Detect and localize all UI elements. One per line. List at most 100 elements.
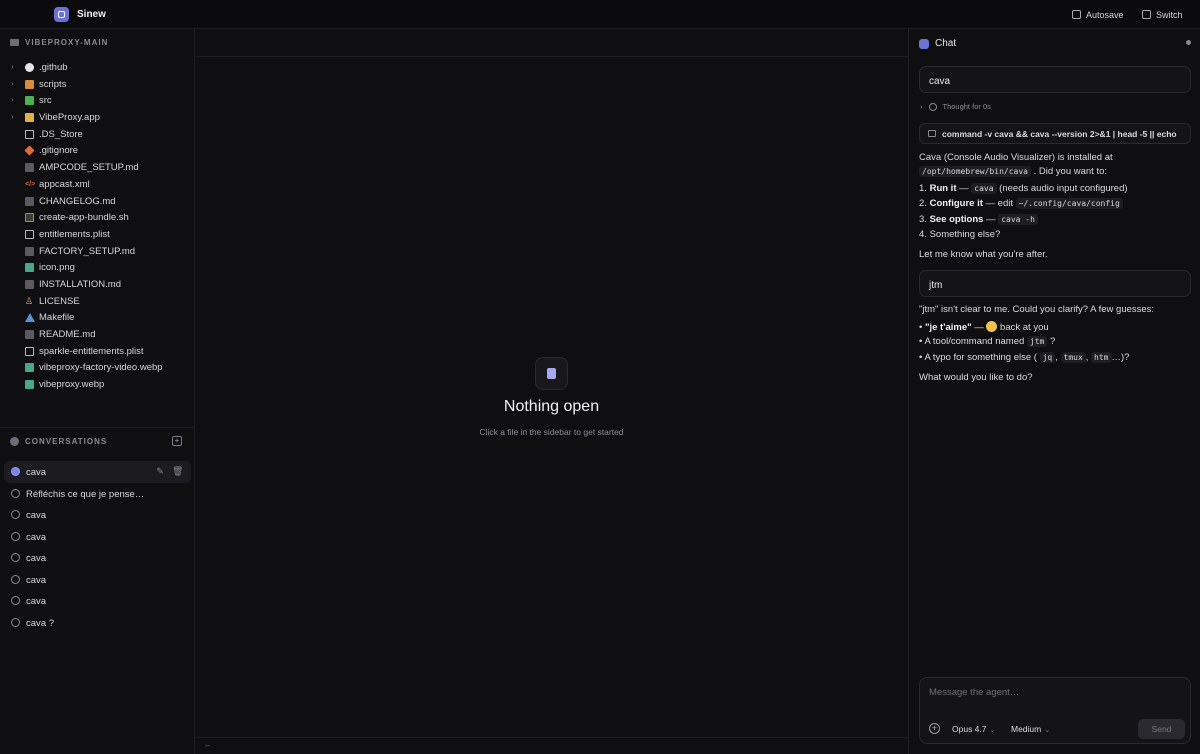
thought-label: Thought for 0s bbox=[942, 102, 991, 111]
message-input[interactable]: Message the agent… bbox=[929, 687, 1019, 698]
file-name: LICENSE bbox=[39, 295, 80, 307]
reply-text: Cava (Console Audio Visualizer) is insta… bbox=[919, 152, 1113, 163]
list-bold: See options bbox=[929, 214, 984, 225]
file-tree-item[interactable]: FACTORY_SETUP.md bbox=[0, 243, 195, 260]
file-name: create-app-bundle.sh bbox=[39, 212, 129, 224]
license-icon: ♙ bbox=[25, 295, 34, 306]
image-icon bbox=[25, 380, 34, 390]
file-tree-item[interactable]: icon.png bbox=[0, 259, 195, 276]
project-header[interactable]: VIBEPROXY-MAIN bbox=[10, 38, 108, 47]
conversation-item[interactable]: cava bbox=[4, 526, 191, 548]
model-select[interactable]: Opus 4.7 ⌄ bbox=[952, 724, 995, 734]
chevron-right-icon[interactable]: › bbox=[11, 96, 19, 104]
file-tree-item[interactable]: vibeproxy.webp bbox=[0, 376, 195, 393]
scripts-folder-icon bbox=[25, 79, 34, 89]
file-tree-item[interactable]: INSTALLATION.md bbox=[0, 276, 195, 293]
user-message-text: jtm bbox=[929, 280, 943, 291]
file-name: CHANGELOG.md bbox=[39, 195, 116, 207]
file-tree-item[interactable]: vibeproxy-factory-video.webp bbox=[0, 359, 195, 376]
file-tree-item[interactable]: AMPCODE_SETUP.md bbox=[0, 159, 195, 176]
chat-panel: Chat cava › Thought for 0s command -v ca… bbox=[908, 29, 1200, 754]
list-bold: "je t'aime" bbox=[924, 322, 972, 333]
conversation-title: cava ? bbox=[26, 617, 54, 629]
markdown-icon bbox=[25, 196, 34, 206]
conversation-item[interactable]: cava ✎ 🗑 bbox=[4, 461, 191, 483]
command-block[interactable]: command -v cava && cava --version 2>&1 |… bbox=[919, 123, 1191, 144]
inline-code: jtm bbox=[1026, 336, 1048, 347]
conversation-item[interactable]: cava bbox=[4, 590, 191, 612]
file-tree-item[interactable]: CHANGELOG.md bbox=[0, 193, 195, 210]
chat-title: Chat bbox=[935, 38, 957, 49]
edit-icon[interactable]: ✎ bbox=[155, 466, 165, 476]
assistant-message: Cava (Console Audio Visualizer) is insta… bbox=[919, 151, 1191, 179]
user-message: jtm bbox=[919, 270, 1191, 297]
add-attachment-icon[interactable]: + bbox=[929, 723, 940, 734]
effort-value: Medium bbox=[1011, 724, 1042, 734]
chat-bubble-icon bbox=[11, 467, 20, 476]
list-item: 3. See options — cava -h bbox=[919, 214, 1191, 225]
file-icon bbox=[25, 346, 34, 356]
conversation-item[interactable]: Réfléchis ce que je pense de ... bbox=[4, 483, 191, 505]
status-dot-icon bbox=[1186, 40, 1191, 45]
file-name: vibeproxy-factory-video.webp bbox=[39, 362, 163, 374]
list-item: • "je t'aime" — back at you bbox=[919, 321, 1049, 333]
file-tree-item[interactable]: create-app-bundle.sh bbox=[0, 209, 195, 226]
chevron-right-icon[interactable]: › bbox=[11, 79, 19, 88]
autosave-label: Autosave bbox=[1086, 9, 1124, 20]
send-button[interactable]: Send bbox=[1138, 719, 1185, 739]
file-tree-item[interactable]: README.md bbox=[0, 326, 195, 343]
conversation-title: Réfléchis ce que je pense de ... bbox=[26, 488, 146, 500]
shell-icon bbox=[25, 213, 34, 223]
file-name: .gitignore bbox=[39, 145, 79, 157]
chevron-right-icon[interactable]: › bbox=[11, 113, 19, 121]
file-tree-item[interactable]: Makefile bbox=[0, 309, 195, 326]
conversation-item[interactable]: cava bbox=[4, 569, 191, 591]
file-tree-item[interactable]: › VibeProxy.app bbox=[0, 109, 195, 126]
autosave-button[interactable]: Autosave bbox=[1072, 6, 1124, 23]
conversation-item[interactable]: cava bbox=[4, 504, 191, 526]
new-conversation-icon[interactable]: + bbox=[172, 436, 182, 446]
project-name: VIBEPROXY-MAIN bbox=[25, 38, 109, 47]
trash-icon[interactable]: 🗑 bbox=[172, 466, 183, 476]
conversation-title: cava bbox=[26, 531, 47, 543]
list-bold: Run it bbox=[929, 183, 957, 194]
reply-text: "jtm" isn't clear to me. Could you clari… bbox=[919, 304, 1155, 315]
list-rest: (needs audio input configured) bbox=[996, 183, 1128, 194]
conversation-item[interactable]: cava ? bbox=[4, 612, 191, 634]
file-name: Makefile bbox=[39, 312, 75, 324]
list-rest: back at you bbox=[997, 322, 1049, 333]
chevron-right-icon[interactable]: › bbox=[11, 63, 19, 71]
file-name: FACTORY_SETUP.md bbox=[39, 245, 136, 257]
chat-bubble-icon bbox=[10, 437, 19, 446]
clock-icon bbox=[928, 102, 937, 111]
list-number: 3. bbox=[919, 214, 927, 225]
effort-select[interactable]: Medium ⌄ bbox=[1011, 724, 1050, 734]
list-item: 4. Something else? bbox=[919, 229, 1191, 240]
reply-text: What would you like to do? bbox=[919, 372, 1033, 383]
markdown-icon bbox=[25, 330, 34, 339]
list-rest: A tool/command named bbox=[924, 336, 1027, 347]
file-name: appcast.xml bbox=[39, 178, 90, 190]
file-tree-item[interactable]: › src bbox=[0, 92, 195, 109]
thought-toggle[interactable]: › Thought for 0s bbox=[920, 102, 991, 111]
switch-button[interactable]: Switch bbox=[1142, 6, 1183, 23]
file-tree-item[interactable]: </> appcast.xml bbox=[0, 176, 195, 193]
file-icon bbox=[25, 129, 34, 139]
file-tree-item[interactable]: entitlements.plist bbox=[0, 226, 195, 243]
list-sep: — bbox=[956, 183, 972, 194]
list-number: 2. bbox=[919, 198, 927, 209]
file-tree-item[interactable]: ♙ LICENSE bbox=[0, 293, 195, 310]
file-tree-item[interactable]: sparkle-entitlements.plist bbox=[0, 343, 195, 360]
file-tree-item[interactable]: .gitignore bbox=[0, 142, 195, 159]
file-tree-item[interactable]: › .github bbox=[0, 59, 195, 76]
file-tree-item[interactable]: › scripts bbox=[0, 76, 195, 93]
inline-code: /opt/homebrew/bin/cava bbox=[919, 166, 1031, 177]
file-name: AMPCODE_SETUP.md bbox=[39, 162, 139, 174]
file-name: INSTALLATION.md bbox=[39, 278, 121, 290]
editor-tab-bar bbox=[195, 29, 908, 57]
file-tree-item[interactable]: .DS_Store bbox=[0, 126, 195, 143]
save-icon bbox=[1072, 10, 1081, 19]
conversation-title: cava bbox=[26, 596, 47, 607]
command-text: command -v cava && cava --version 2>&1 |… bbox=[942, 129, 1177, 139]
conversation-item[interactable]: cava bbox=[4, 547, 191, 569]
